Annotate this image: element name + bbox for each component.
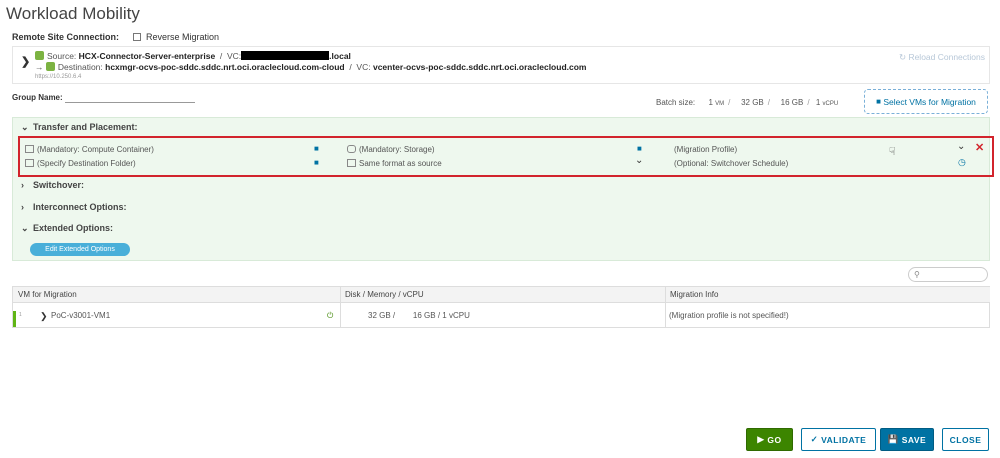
section-extended[interactable]: ⌄ Extended Options: bbox=[21, 223, 113, 234]
vm-name[interactable]: PoC-v3001-VM1 bbox=[51, 311, 110, 320]
remote-site-label: Remote Site Connection: bbox=[12, 32, 120, 42]
migration-info: (Migration profile is not specified!) bbox=[669, 311, 789, 320]
reverse-migration-label: Reverse Migration bbox=[146, 32, 220, 42]
section-transfer[interactable]: ⌄ Transfer and Placement: bbox=[21, 122, 138, 133]
connection-ip: https://10.250.6.4 bbox=[35, 74, 82, 80]
source-line: Source: HCX-Connector-Server-enterprise … bbox=[35, 51, 351, 61]
select-vms-button[interactable]: ■ Select VMs for Migration bbox=[864, 89, 988, 114]
chevron-down-icon: ⌄ bbox=[21, 122, 29, 132]
close-button[interactable]: CLOSE bbox=[942, 428, 989, 451]
chevron-right-icon: › bbox=[21, 180, 24, 190]
group-name-label: Group Name: bbox=[12, 93, 63, 102]
vm-table: VM for Migration Disk / Memory / vCPU Mi… bbox=[12, 286, 990, 328]
site-icon bbox=[45, 62, 55, 71]
destination-line: → Destination: hcxmgr-ocvs-poc-sddc.sddc… bbox=[35, 62, 587, 72]
destination-vc: vcenter-ocvs-poc-sddc.sddc.nrt.oci.oracl… bbox=[372, 62, 587, 72]
chevron-right-icon[interactable]: ❯ bbox=[21, 55, 30, 68]
source-name: HCX-Connector-Server-enterprise bbox=[78, 51, 216, 61]
batch-size: Batch size: 1 VM/ 32 GB/ 16 GB/ 1 vCPU bbox=[656, 98, 839, 107]
row-index: 1 bbox=[19, 312, 22, 318]
folder-icon: ■ bbox=[876, 97, 881, 106]
status-bar bbox=[13, 311, 16, 327]
page-title: Workload Mobility bbox=[6, 4, 140, 23]
reverse-migration-checkbox[interactable] bbox=[133, 33, 142, 41]
group-name-input[interactable] bbox=[65, 102, 195, 103]
chevron-down-icon: ⌄ bbox=[21, 223, 29, 233]
search-input[interactable]: ⚲ bbox=[908, 267, 988, 282]
column-header[interactable]: Disk / Memory / vCPU bbox=[340, 287, 665, 303]
site-icon bbox=[35, 51, 44, 60]
highlight-box bbox=[18, 136, 994, 177]
destination-name: hcxmgr-ocvs-poc-sddc.sddc.nrt.oci.oracle… bbox=[105, 62, 345, 72]
edit-extended-options-button[interactable]: Edit Extended Options bbox=[30, 243, 130, 256]
remote-site-row: Remote Site Connection: Reverse Migratio… bbox=[12, 32, 219, 42]
search-icon: ⚲ bbox=[914, 270, 920, 279]
power-on-icon: ⏻ bbox=[327, 311, 334, 320]
connection-box: ❯ Source: HCX-Connector-Server-enterpris… bbox=[12, 46, 990, 84]
column-header[interactable]: VM for Migration bbox=[13, 287, 340, 303]
go-button[interactable]: ▶ GO bbox=[746, 428, 793, 451]
workload-mobility-page: Workload Mobility Remote Site Connection… bbox=[0, 0, 1000, 458]
chevron-right-icon: › bbox=[21, 202, 24, 212]
redacted-block bbox=[241, 51, 330, 60]
section-interconnect[interactable]: › Interconnect Options: bbox=[21, 202, 127, 212]
chevron-right-icon[interactable]: ❯ bbox=[40, 311, 48, 322]
reload-connections-button[interactable]: ↻ Reload Connections bbox=[899, 52, 985, 63]
save-button[interactable]: 💾 SAVE bbox=[880, 428, 934, 451]
section-switchover[interactable]: › Switchover: bbox=[21, 180, 84, 190]
validate-button[interactable]: ✓ VALIDATE bbox=[801, 428, 876, 451]
table-row: 32 GB / 16 GB / 1 vCPU bbox=[368, 311, 470, 320]
column-header[interactable]: Migration Info bbox=[665, 287, 990, 303]
